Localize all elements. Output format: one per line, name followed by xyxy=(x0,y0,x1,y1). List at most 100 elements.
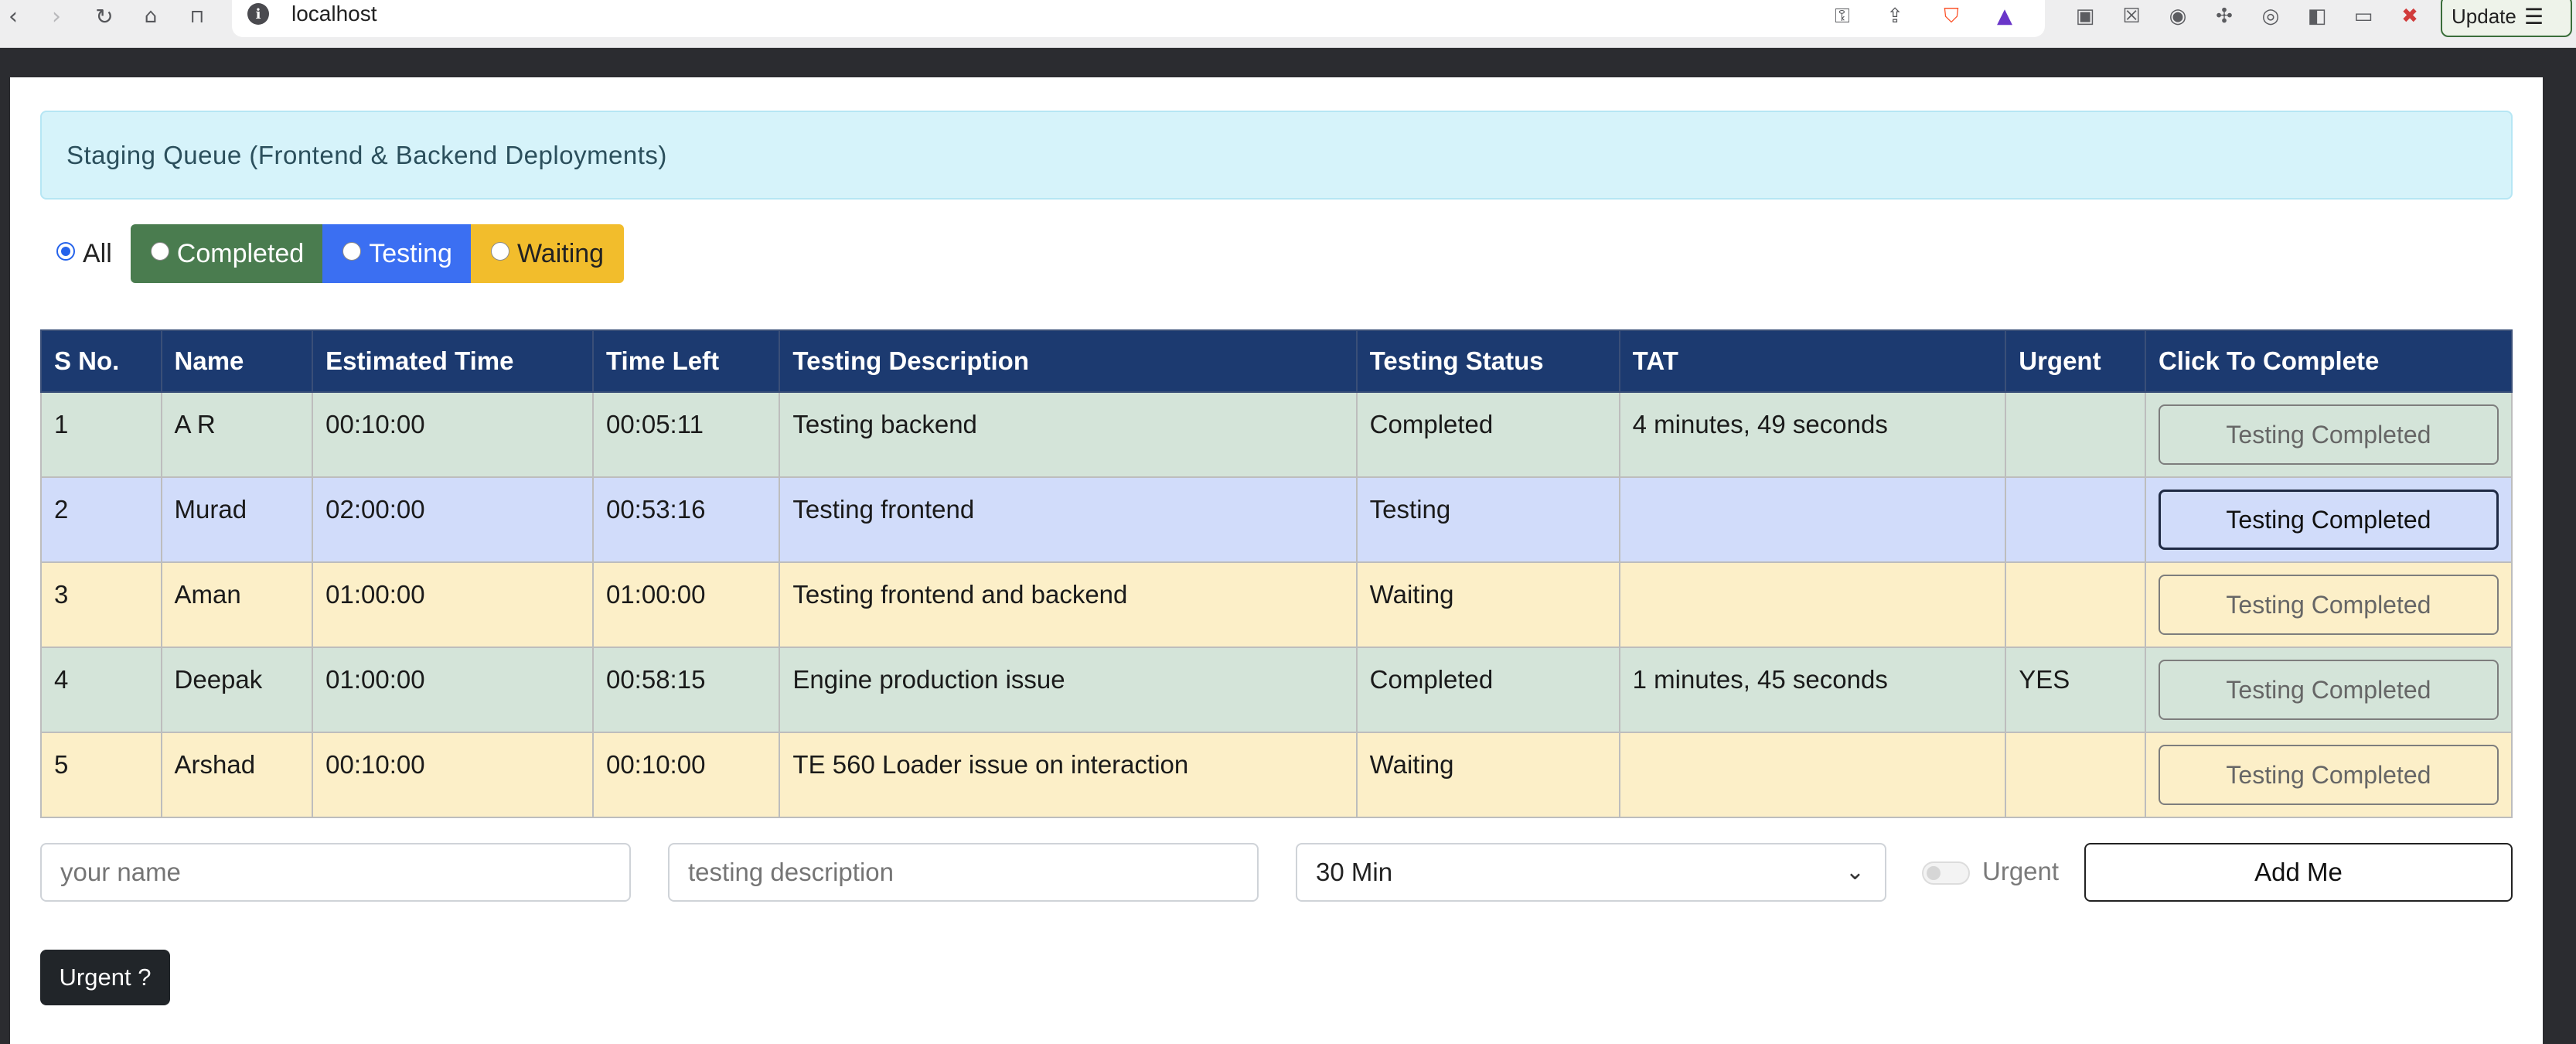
column-header: Testing Status xyxy=(1355,329,1620,393)
cell-sno: 1 xyxy=(40,391,162,478)
filter-label: Waiting xyxy=(516,238,605,268)
home-icon[interactable]: ⌂ xyxy=(138,3,164,29)
x-extension-icon[interactable]: ☒ xyxy=(2118,3,2145,29)
column-header: S No. xyxy=(40,329,162,393)
cell-urgent xyxy=(2005,732,2146,818)
cell-name: Murad xyxy=(160,476,314,563)
cell-time-left: 00:05:11 xyxy=(591,391,781,478)
cell-name: Aman xyxy=(160,561,314,648)
name-input[interactable] xyxy=(40,843,631,902)
cell-time-left: 00:10:00 xyxy=(591,732,781,818)
cell-tat: 4 minutes, 49 seconds xyxy=(1618,391,2007,478)
testing-completed-button[interactable]: Testing Completed xyxy=(2158,575,2499,635)
puzzle-icon[interactable]: ✣ xyxy=(2211,3,2237,29)
testing-completed-button[interactable]: Testing Completed xyxy=(2158,660,2499,720)
page-title: Staging Queue (Frontend & Backend Deploy… xyxy=(66,141,667,169)
cell-sno: 4 xyxy=(40,647,162,733)
cell-tat: 1 minutes, 45 seconds xyxy=(1618,647,2007,733)
column-header: Click To Complete xyxy=(2144,329,2513,393)
camera-icon[interactable]: ▣ xyxy=(2072,3,2098,29)
cell-description: Engine production issue xyxy=(779,647,1358,733)
cell-time-left: 01:00:00 xyxy=(591,561,781,648)
cell-description: Testing frontend and backend xyxy=(779,561,1358,648)
column-header: TAT xyxy=(1618,329,2007,393)
cell-action: Testing Completed xyxy=(2144,476,2513,563)
chrome-extension-icon[interactable]: ◉ xyxy=(2165,3,2191,29)
filter-completed[interactable]: Completed xyxy=(130,224,323,283)
duration-select[interactable]: 30 Min ⌄ xyxy=(1296,843,1886,902)
cell-tat xyxy=(1618,732,2007,818)
cell-time-left: 00:53:16 xyxy=(591,476,781,563)
cell-sno: 2 xyxy=(40,476,162,563)
site-info-icon[interactable]: i xyxy=(247,3,269,25)
cell-status: Waiting xyxy=(1355,561,1620,648)
urgent-toggle[interactable] xyxy=(1922,861,1970,885)
bookmark-icon[interactable]: ⊓ xyxy=(184,3,210,29)
update-button[interactable]: Update ☰ xyxy=(2441,0,2572,37)
share-icon[interactable]: ⇪ xyxy=(1882,3,1908,29)
add-me-button[interactable]: Add Me xyxy=(2084,843,2513,902)
filter-label: Testing xyxy=(369,238,452,268)
chevron-down-icon: ⌄ xyxy=(1845,858,1865,885)
column-header: Estimated Time xyxy=(312,329,594,393)
cell-tat xyxy=(1618,476,2007,563)
cell-time-left: 00:58:15 xyxy=(591,647,781,733)
table-header-row: S No. Name Estimated Time Time Left Test… xyxy=(40,329,2513,393)
column-header: Time Left xyxy=(591,329,781,393)
cell-sno: 5 xyxy=(40,732,162,818)
cell-action: Testing Completed xyxy=(2144,561,2513,648)
cell-name: Arshad xyxy=(160,732,314,818)
sidebar-icon[interactable]: ◧ xyxy=(2304,3,2330,29)
page-content: Staging Queue (Frontend & Backend Deploy… xyxy=(10,77,2543,1044)
cell-status: Waiting xyxy=(1355,732,1620,818)
cell-status: Testing xyxy=(1355,476,1620,563)
testing-completed-button[interactable]: Testing Completed xyxy=(2158,404,2499,465)
table-row: 4 Deepak 01:00:00 00:58:15 Engine produc… xyxy=(40,647,2513,733)
address-bar[interactable]: i localhost ⚿ ⇪ ⛉ ▲ xyxy=(232,0,2045,37)
column-header: Testing Description xyxy=(779,329,1358,393)
description-input[interactable] xyxy=(668,843,1259,902)
profile-icon[interactable]: ✖ xyxy=(2397,3,2423,29)
cell-urgent xyxy=(2005,476,2146,563)
menu-icon: ☰ xyxy=(2523,3,2544,29)
urgent-button[interactable]: Urgent ? xyxy=(40,950,170,1005)
update-label: Update xyxy=(2452,4,2516,28)
cell-estimated-time: 01:00:00 xyxy=(312,561,594,648)
table-row: 5 Arshad 00:10:00 00:10:00 TE 560 Loader… xyxy=(40,732,2513,818)
wallet-icon[interactable]: ▭ xyxy=(2350,3,2377,29)
key-icon[interactable]: ⚿ xyxy=(1829,3,1855,29)
back-icon[interactable]: ‹ xyxy=(0,3,26,30)
cell-sno: 3 xyxy=(40,561,162,648)
testing-completed-button[interactable]: Testing Completed xyxy=(2158,745,2499,805)
radio-icon[interactable] xyxy=(150,242,169,261)
testing-completed-button[interactable]: Testing Completed xyxy=(2158,490,2499,550)
vpn-icon[interactable]: ◎ xyxy=(2257,3,2284,29)
filter-waiting[interactable]: Waiting xyxy=(470,224,625,283)
urgent-toggle-label: Urgent xyxy=(1982,857,2060,885)
filter-all[interactable]: All xyxy=(56,224,131,283)
cell-action: Testing Completed xyxy=(2144,732,2513,818)
cell-name: Deepak xyxy=(160,647,314,733)
forward-icon[interactable]: › xyxy=(43,3,70,30)
rewards-icon[interactable]: ▲ xyxy=(1992,3,2018,29)
queue-header-alert: Staging Queue (Frontend & Backend Deploy… xyxy=(40,111,2513,200)
column-header: Name xyxy=(160,329,314,393)
radio-icon[interactable] xyxy=(342,242,362,261)
reload-icon[interactable]: ↻ xyxy=(91,3,118,29)
radio-icon[interactable] xyxy=(490,242,509,261)
browser-toolbar: ‹ › ↻ ⌂ ⊓ i localhost ⚿ ⇪ ⛉ ▲ ▣ ☒ ◉ ✣ ◎ … xyxy=(0,0,2576,48)
cell-estimated-time: 00:10:00 xyxy=(312,391,594,478)
cell-urgent xyxy=(2005,391,2146,478)
brave-shield-icon[interactable]: ⛉ xyxy=(1938,3,1964,29)
url-text[interactable]: localhost xyxy=(291,2,377,26)
staging-queue-table: S No. Name Estimated Time Time Left Test… xyxy=(40,329,2513,818)
cell-estimated-time: 02:00:00 xyxy=(312,476,594,563)
cell-description: Testing frontend xyxy=(779,476,1358,563)
radio-icon[interactable] xyxy=(56,242,75,261)
status-filter-group: All Completed Testing Waiting xyxy=(56,224,625,283)
duration-value: 30 Min xyxy=(1316,858,1393,886)
cell-urgent xyxy=(2005,561,2146,648)
filter-testing[interactable]: Testing xyxy=(322,224,471,283)
cell-name: A R xyxy=(160,391,314,478)
filter-label: Completed xyxy=(176,238,305,268)
